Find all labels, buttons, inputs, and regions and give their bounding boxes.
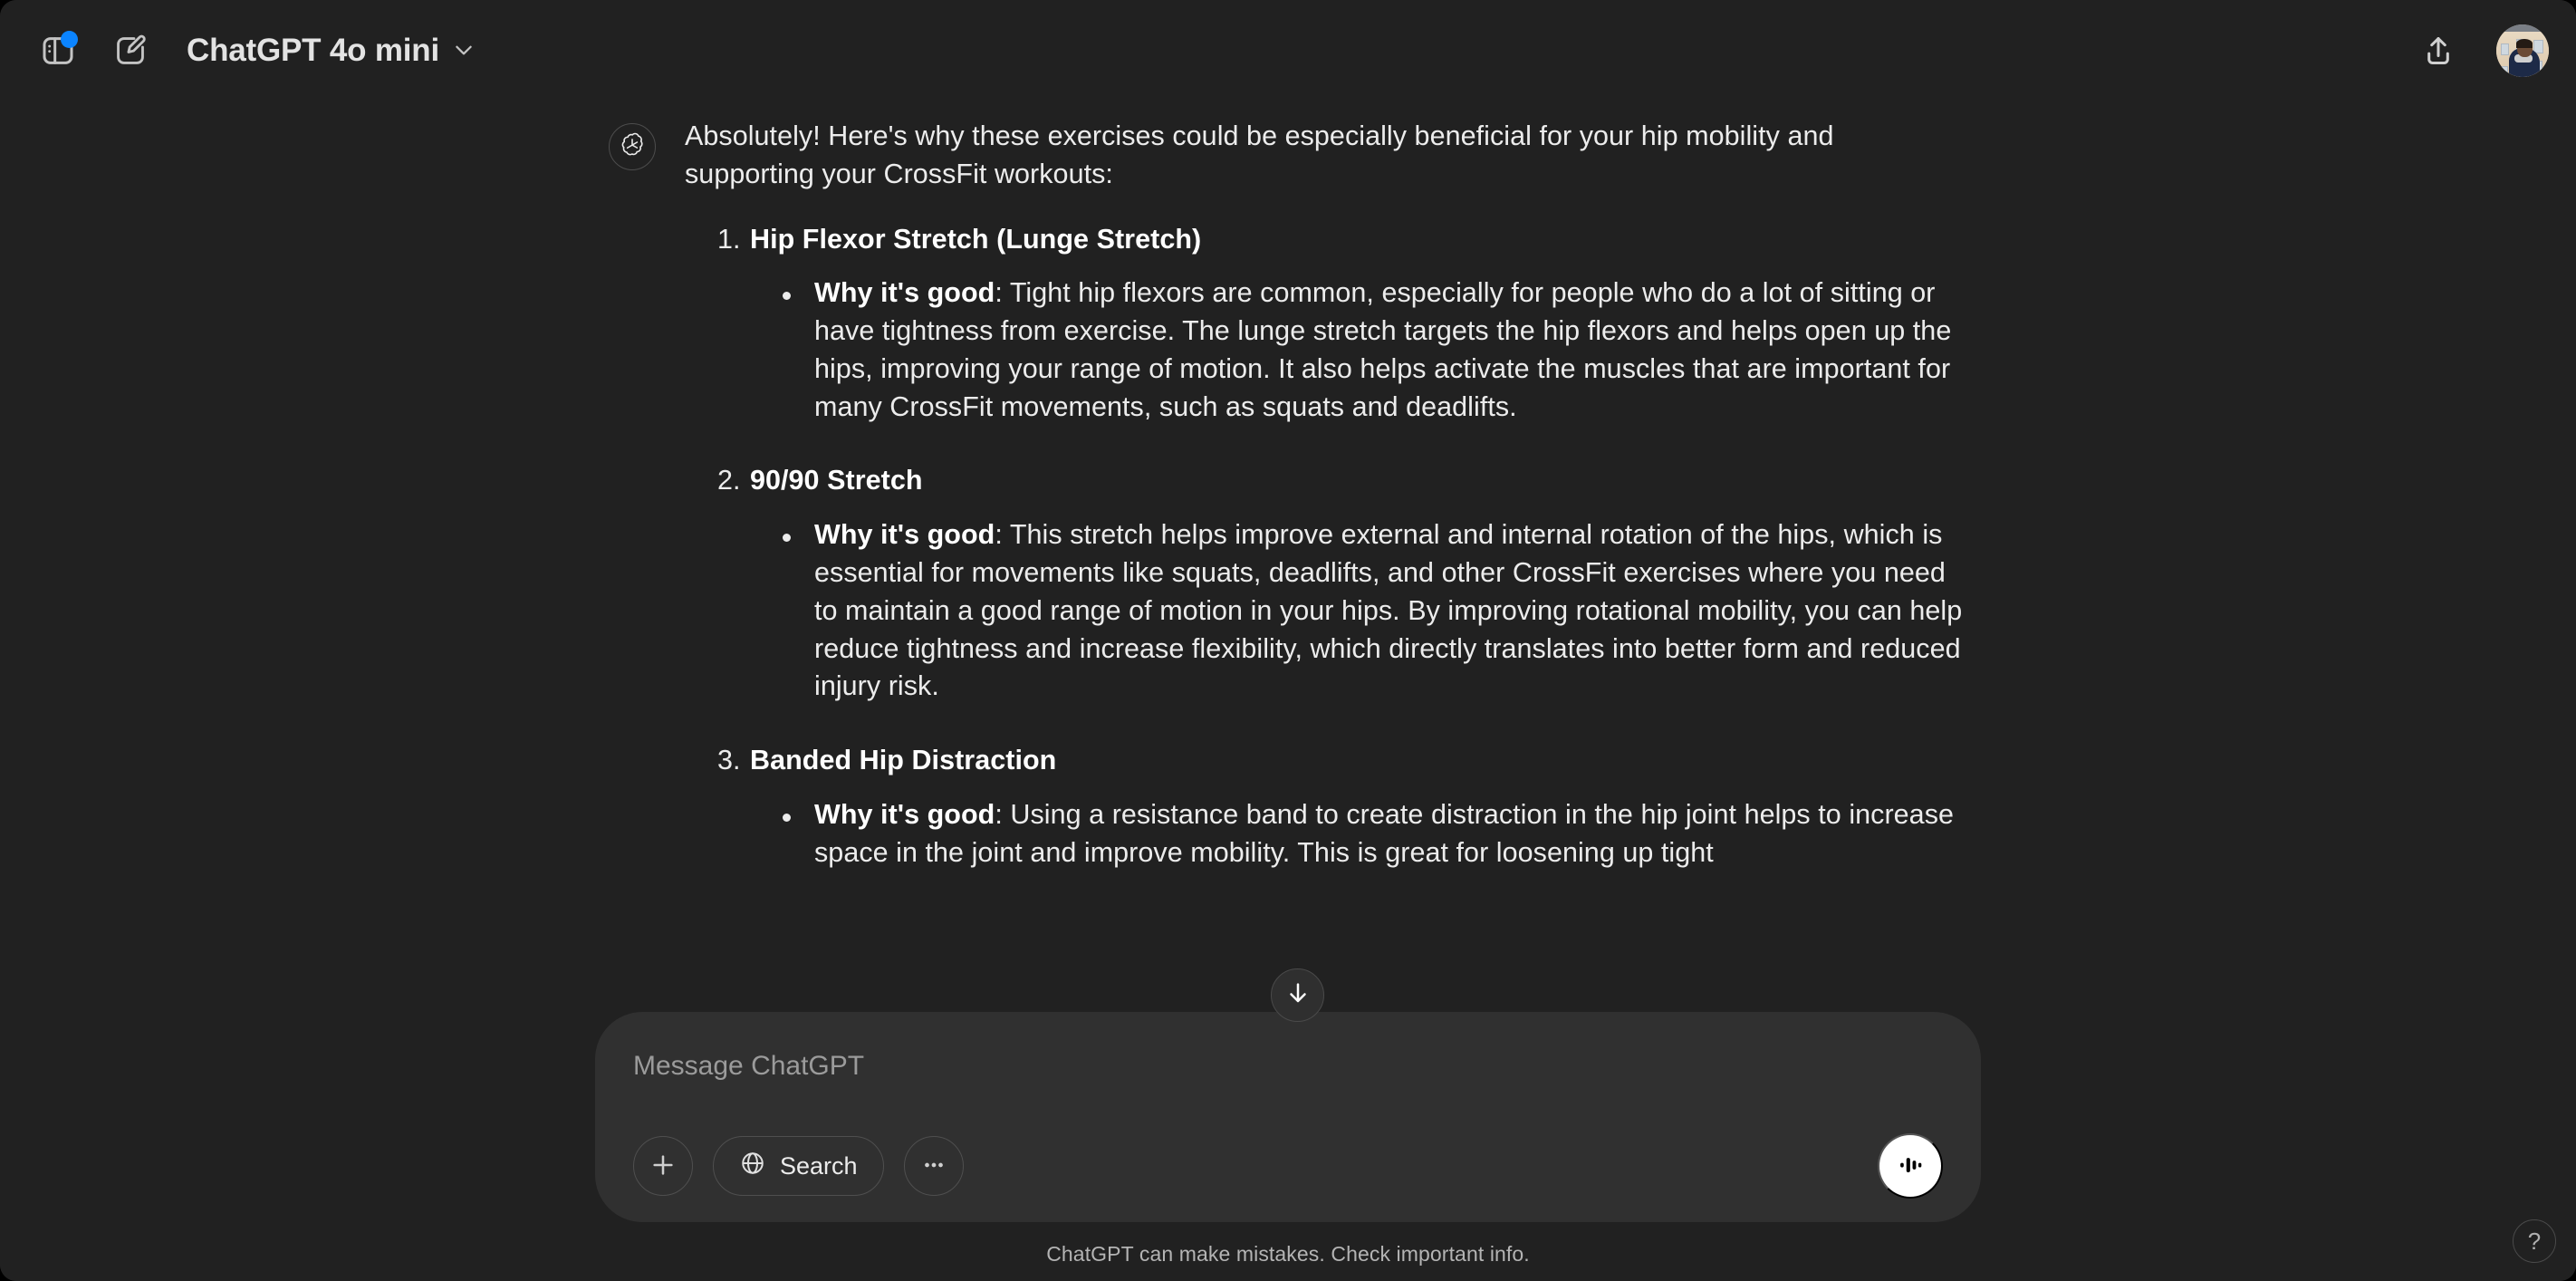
globe-icon	[739, 1150, 766, 1183]
search-tool-button[interactable]: Search	[713, 1136, 884, 1196]
openai-logo-icon	[619, 131, 646, 163]
exercise-title: Hip Flexor Stretch (Lunge Stretch)	[750, 223, 1202, 255]
search-input[interactable]: Message ChatGPT	[633, 1048, 1943, 1084]
composer-region: Message ChatGPT Search ChatGPT can make …	[0, 981, 2576, 1281]
exercise-detail-list: Why it's good: Using a resistance band t…	[750, 796, 1967, 872]
detail-label: Why it's good	[814, 798, 995, 830]
avatar-photo-detail	[2500, 66, 2508, 77]
exercise-detail: Why it's good: Using a resistance band t…	[814, 799, 1954, 868]
chevron-down-icon	[452, 38, 476, 64]
compose-pencil-icon	[113, 34, 148, 68]
exercise-detail: Why it's good: This stretch helps improv…	[814, 519, 1962, 701]
search-tool-label: Search	[780, 1151, 858, 1180]
attach-button[interactable]	[633, 1136, 693, 1196]
avatar-photo-subject	[2516, 39, 2533, 48]
exercise-detail-list: Why it's good: Tight hip flexors are com…	[750, 274, 1967, 426]
list-item: Why it's good: Using a resistance band t…	[750, 796, 1967, 872]
avatar[interactable]	[2496, 24, 2549, 77]
notification-dot	[61, 31, 78, 48]
exercise-title: 90/90 Stretch	[750, 465, 923, 496]
list-item: Hip Flexor Stretch (Lunge Stretch) Why i…	[685, 221, 1967, 427]
list-item: Why it's good: This stretch helps improv…	[750, 516, 1967, 706]
share-upload-icon	[2421, 34, 2456, 68]
voice-waveform-icon	[1895, 1150, 1926, 1183]
model-selector-button[interactable]: ChatGPT 4o mini	[170, 24, 494, 78]
voice-mode-button[interactable]	[1878, 1133, 1943, 1199]
exercise-list: Hip Flexor Stretch (Lunge Stretch) Why i…	[685, 221, 1967, 872]
assistant-message: Absolutely! Here's why these exercises c…	[609, 101, 1967, 909]
scroll-to-bottom-button[interactable]	[1271, 968, 1324, 1022]
avatar-photo-detail	[2501, 43, 2509, 55]
detail-label: Why it's good	[814, 277, 995, 309]
list-item: 90/90 Stretch Why it's good: This stretc…	[685, 462, 1967, 706]
header-right-group	[2406, 18, 2549, 83]
list-item: Banded Hip Distraction Why it's good: Us…	[685, 742, 1967, 872]
share-button[interactable]	[2406, 18, 2471, 83]
help-button[interactable]: ?	[2513, 1219, 2556, 1263]
message-composer: Message ChatGPT Search	[595, 1012, 1981, 1222]
header-left-group: ChatGPT 4o mini	[25, 18, 494, 83]
exercise-detail: Why it's good: Tight hip flexors are com…	[814, 277, 1951, 421]
list-item: Why it's good: Tight hip flexors are com…	[750, 274, 1967, 426]
assistant-message-body: Absolutely! Here's why these exercises c…	[685, 116, 1967, 909]
exercise-title: Banded Hip Distraction	[750, 745, 1057, 776]
arrow-down-icon	[1284, 979, 1312, 1011]
chatgpt-app-window: ChatGPT 4o mini Absolutely! Here's why t…	[0, 0, 2576, 1281]
model-name-label: ChatGPT 4o mini	[187, 33, 439, 68]
ellipsis-icon	[920, 1151, 947, 1181]
composer-toolbar: Search	[633, 1099, 1943, 1199]
assistant-avatar	[609, 123, 656, 170]
plus-icon	[649, 1151, 678, 1182]
message-intro-paragraph: Absolutely! Here's why these exercises c…	[685, 120, 1834, 189]
message-thread: Absolutely! Here's why these exercises c…	[609, 101, 1967, 945]
sidebar-toggle-button[interactable]	[25, 18, 91, 83]
more-options-button[interactable]	[903, 1136, 964, 1196]
exercise-detail-list: Why it's good: This stretch helps improv…	[750, 516, 1967, 706]
detail-label: Why it's good	[814, 519, 995, 551]
disclaimer-text: ChatGPT can make mistakes. Check importa…	[1046, 1242, 1530, 1266]
new-chat-button[interactable]	[98, 18, 163, 83]
app-header: ChatGPT 4o mini	[0, 0, 2576, 101]
